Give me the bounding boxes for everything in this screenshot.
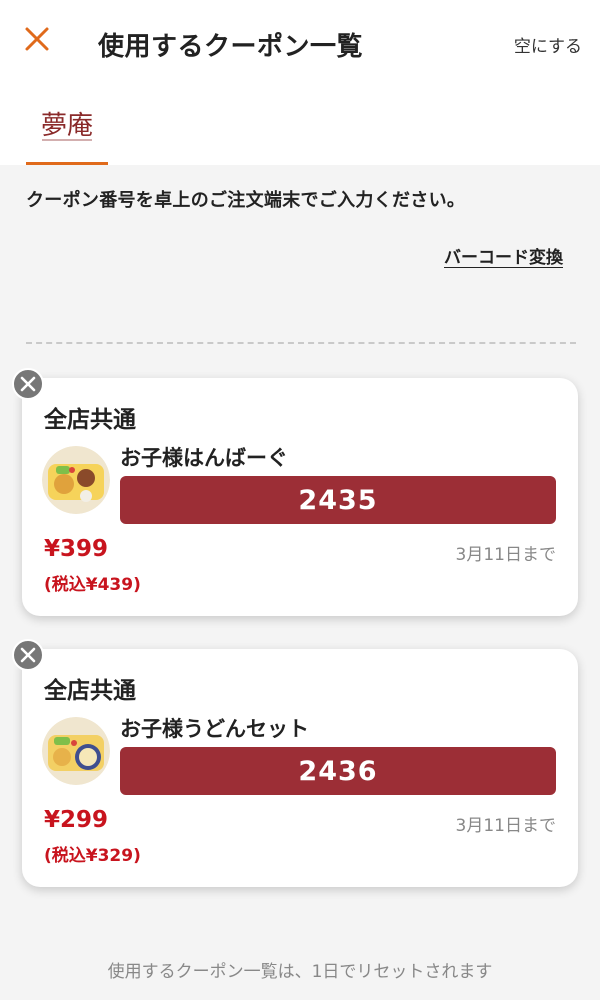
close-icon [20,376,36,392]
remove-coupon-button[interactable] [12,368,44,400]
coupon-item-name: お子様はんばーぐ [120,446,288,470]
divider [26,342,576,344]
coupon-card: 全店共通 お子様うどんセット 2436 ¥299 (税込¥329) 3月11日ま… [22,649,578,887]
coupon-price: ¥399 [44,536,109,562]
coupon-scope: 全店共通 [44,407,136,433]
coupon-thumbnail [42,446,110,514]
coupon-price-tax: (税込¥439) [44,575,141,595]
close-icon [25,27,49,51]
instruction-text: クーポン番号を卓上のご注文端末でご入力ください。 [26,190,466,211]
footer-note: 使用するクーポン一覧は、1日でリセットされます [107,962,493,982]
page-title: 使用するクーポン一覧 [98,32,364,62]
close-button[interactable] [22,24,52,54]
coupon-expiry: 3月11日まで [455,816,556,836]
coupon-thumbnail [42,717,110,785]
coupon-expiry: 3月11日まで [455,545,556,565]
remove-coupon-button[interactable] [12,639,44,671]
close-icon [20,647,36,663]
coupon-price-tax: (税込¥329) [44,846,141,866]
barcode-convert-link[interactable]: バーコード変換 [444,243,563,268]
coupon-price: ¥299 [44,807,109,833]
coupon-code: 2436 [120,747,556,795]
active-tab-indicator [26,162,108,165]
coupon-item-name: お子様うどんセット [120,717,309,741]
coupon-code: 2435 [120,476,556,524]
tab-yumean[interactable]: 夢庵 [26,98,108,165]
header: 使用するクーポン一覧 空にする 夢庵 [0,0,600,165]
coupon-scope: 全店共通 [44,678,136,704]
brand-logo: 夢庵 [41,111,93,141]
coupon-card: 全店共通 お子様はんばーぐ 2435 ¥399 (税込¥439) 3月11日まで [22,378,578,616]
clear-button[interactable]: 空にする [514,32,582,57]
brand-logo-text: 夢庵 [41,111,93,141]
